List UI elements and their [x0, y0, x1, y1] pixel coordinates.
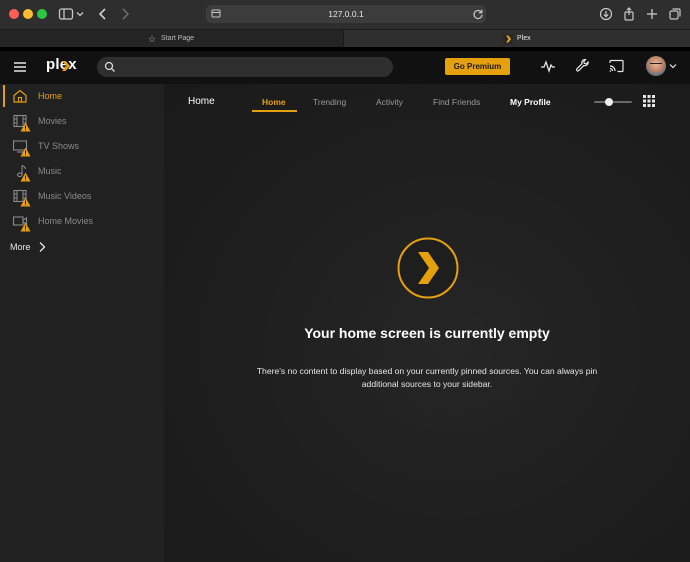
sidebar-item-music-videos[interactable]: Music Videos [4, 185, 160, 207]
slider-track [594, 101, 632, 103]
tab-home[interactable]: Home [262, 97, 286, 107]
grid-view-icon[interactable] [642, 94, 656, 108]
plex-app: plex Go Premium Home Movies TV Shows Mus… [0, 47, 690, 562]
url-text: 127.0.0.1 [328, 9, 364, 19]
tab-overview-icon[interactable] [666, 5, 684, 23]
go-premium-button[interactable]: Go Premium [445, 58, 510, 75]
avatar-glasses [650, 63, 662, 66]
chevron-down-icon[interactable] [668, 61, 678, 71]
sidebar-more[interactable]: More [10, 240, 70, 254]
sidebar-more-label: More [10, 242, 31, 252]
tab-home-underline [252, 110, 297, 112]
tab-activity[interactable]: Activity [376, 97, 403, 107]
slider-handle[interactable] [605, 98, 613, 106]
activity-icon[interactable] [540, 58, 556, 74]
zoom-window-button[interactable] [37, 9, 47, 19]
cast-icon[interactable] [608, 58, 625, 74]
warning-icon [20, 222, 31, 232]
top-bar: plex Go Premium [0, 47, 690, 84]
avatar[interactable] [646, 56, 666, 76]
minimize-window-button[interactable] [23, 9, 33, 19]
sidebar-item-label: TV Shows [38, 141, 80, 151]
empty-state-line: There's no content to display based on y… [256, 366, 598, 376]
close-window-button[interactable] [9, 9, 19, 19]
page-title: Home [188, 96, 215, 107]
sidebar-item-home[interactable]: Home [4, 85, 160, 107]
sidebar-item-movies[interactable]: Movies [4, 110, 160, 132]
sidebar-item-label: Movies [38, 116, 67, 126]
reload-icon[interactable] [470, 6, 486, 22]
zoom-slider[interactable] [594, 97, 632, 107]
new-tab-icon[interactable] [643, 5, 661, 23]
warning-icon [20, 122, 31, 132]
tab-trending[interactable]: Trending [313, 97, 346, 107]
back-icon[interactable] [94, 5, 112, 23]
tab-label: Start Page [161, 35, 195, 42]
settings-wrench-icon[interactable] [574, 57, 591, 74]
browser-toolbar: 127.0.0.1 [0, 0, 690, 29]
tab-label: Plex [517, 35, 531, 42]
sidebar-item-label: Home [38, 91, 63, 101]
home-icon [12, 88, 28, 104]
plex-logo-chevron-icon [61, 61, 71, 71]
plex-chevron-logo-icon [397, 237, 459, 299]
search-input[interactable] [97, 57, 393, 77]
tab-start-page[interactable]: ☆ Start Page [0, 30, 344, 48]
search-icon [104, 61, 116, 73]
sidebar-item-music[interactable]: Music [4, 160, 160, 182]
tab-my-profile[interactable]: My Profile [510, 97, 551, 107]
star-icon: ☆ [148, 34, 157, 44]
sidebar-item-tv-shows[interactable]: TV Shows [4, 135, 160, 157]
tab-strip: ☆ Start Page Plex [0, 29, 690, 48]
plex-favicon-icon [503, 34, 513, 44]
sidebar: Home Movies TV Shows Music Music Videos … [0, 84, 164, 562]
chevron-down-icon[interactable] [74, 5, 86, 23]
downloads-icon[interactable] [597, 5, 615, 23]
warning-icon [20, 197, 31, 207]
address-bar[interactable]: 127.0.0.1 [206, 5, 486, 23]
tab-plex[interactable]: Plex [344, 30, 690, 48]
empty-state-line: additional sources to your sidebar. [361, 379, 493, 389]
sidebar-item-home-movies[interactable]: Home Movies [4, 210, 160, 232]
warning-icon [20, 147, 31, 157]
menu-icon[interactable] [12, 59, 28, 75]
empty-state-description: There's no content to display based on y… [164, 365, 690, 391]
sidebar-item-label: Home Movies [38, 216, 94, 226]
share-icon[interactable] [620, 5, 638, 23]
sidebar-item-label: Music [38, 166, 62, 176]
warning-icon [20, 172, 31, 182]
empty-state-title: Your home screen is currently empty [304, 325, 550, 341]
main-content: Home Home Trending Activity Find Friends… [164, 84, 690, 562]
forward-icon[interactable] [116, 5, 134, 23]
tab-find-friends[interactable]: Find Friends [433, 97, 480, 107]
sidebar-item-label: Music Videos [38, 191, 92, 201]
chevron-right-icon [37, 241, 47, 253]
sidebar-toggle-icon[interactable] [57, 5, 75, 23]
